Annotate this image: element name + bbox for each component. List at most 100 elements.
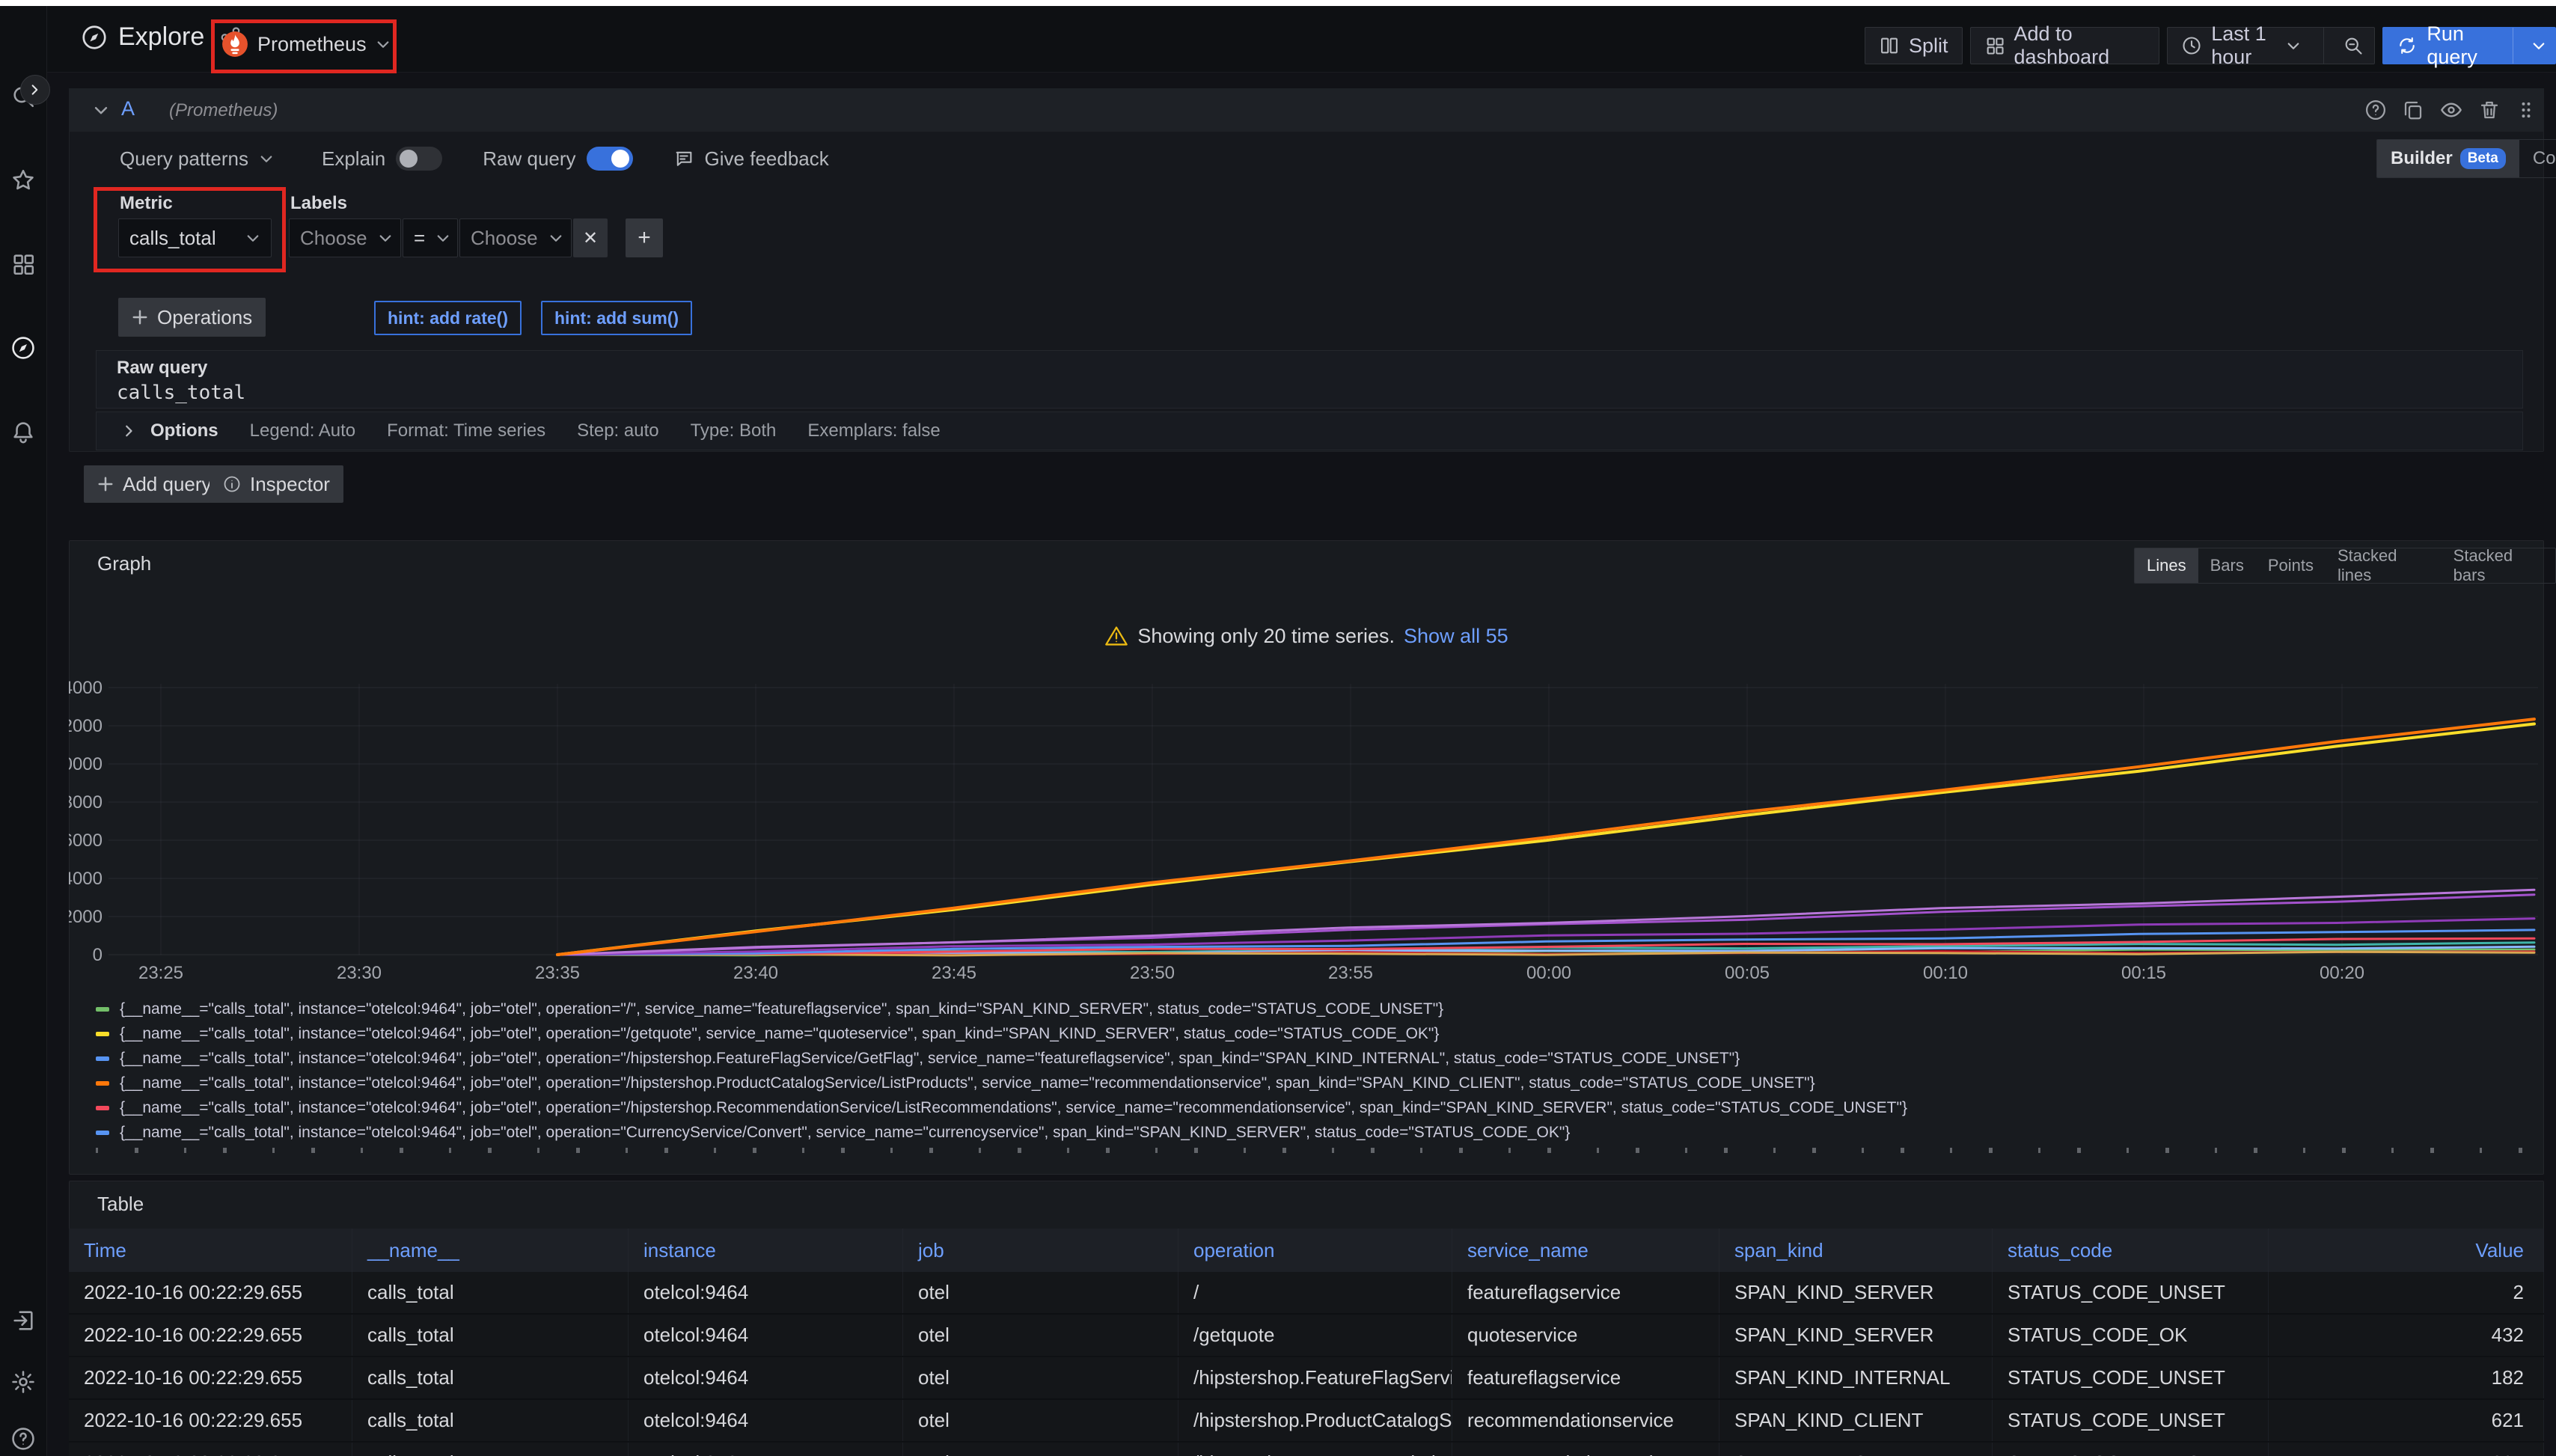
table-header-instance[interactable]: instance <box>629 1229 903 1272</box>
zoom-out-time-button[interactable] <box>2332 28 2374 64</box>
alerting-bell-icon[interactable] <box>10 419 36 444</box>
legend-item[interactable]: {__name__="calls_total", instance="otelc… <box>96 1021 2528 1046</box>
warning-triangle-icon <box>1104 624 1128 648</box>
options-label: Options <box>150 420 218 441</box>
search-minus-icon <box>2343 35 2364 56</box>
time-range-picker[interactable]: Last 1 hour <box>2168 28 2314 64</box>
table-header-operation[interactable]: operation <box>1178 1229 1452 1272</box>
graph-style-tab-stacked-bars[interactable]: Stacked bars <box>2442 548 2555 583</box>
table-header-span-kind[interactable]: span_kind <box>1719 1229 1993 1272</box>
drag-handle-icon[interactable] <box>2516 100 2537 120</box>
apps-grid-icon <box>1984 35 2005 56</box>
query-hint-button[interactable]: hint: add rate() <box>374 301 522 335</box>
chevron-down-icon <box>548 230 563 245</box>
run-query-button[interactable]: Run query <box>2382 27 2556 64</box>
query-row-actions <box>2364 98 2537 122</box>
graph-style-tabs: LinesBarsPointsStacked linesStacked bars <box>2134 548 2556 584</box>
label-key-select[interactable]: Choose <box>289 218 401 257</box>
run-query-main[interactable]: Run query <box>2383 28 2504 64</box>
legend-item[interactable]: {__name__="calls_total", instance="otelc… <box>96 997 2528 1021</box>
operations-button[interactable]: Operations <box>118 298 266 337</box>
y-axis-label: 10000 <box>69 754 103 774</box>
code-mode-tab[interactable]: Code <box>2519 140 2556 177</box>
datasource-picker[interactable]: Prometheus <box>221 27 391 61</box>
graph-style-tab-points[interactable]: Points <box>2256 548 2326 583</box>
table-cell: otel <box>903 1443 1178 1456</box>
metric-select[interactable]: calls_total <box>118 218 272 257</box>
add-query-button[interactable]: Add query <box>84 465 225 503</box>
query-patterns-label[interactable]: Query patterns <box>120 147 248 171</box>
table-header-value[interactable]: Value <box>2269 1229 2544 1272</box>
query-options-row[interactable]: Options Legend: AutoFormat: Time seriesS… <box>96 412 2523 450</box>
table-header--name-[interactable]: __name__ <box>352 1229 629 1272</box>
remove-label-filter-button[interactable]: ✕ <box>573 218 608 257</box>
legend-swatch <box>96 1131 109 1135</box>
table-header-service-name[interactable]: service_name <box>1452 1229 1719 1272</box>
comment-icon <box>673 148 694 169</box>
collapse-chevron-icon[interactable] <box>93 102 109 118</box>
legend-item[interactable]: {__name__="calls_total", instance="otelc… <box>96 1071 2528 1095</box>
graph-style-tab-stacked-lines[interactable]: Stacked lines <box>2326 548 2442 583</box>
split-button[interactable]: Split <box>1865 27 1963 64</box>
table-cell: /hipstershop.FeatureFlagServi... <box>1178 1357 1452 1398</box>
help-icon[interactable] <box>10 1426 36 1452</box>
sync-icon <box>2397 35 2418 56</box>
give-feedback-link[interactable]: Give feedback <box>705 147 829 171</box>
prometheus-icon <box>221 31 248 58</box>
query-hint-button[interactable]: hint: add sum() <box>541 301 692 335</box>
explain-toggle[interactable] <box>396 147 442 171</box>
query-row-header[interactable] <box>69 88 2544 132</box>
table-cell: 621 <box>2269 1443 2544 1456</box>
builder-label: Builder <box>2391 148 2453 169</box>
graph-style-tab-bars[interactable]: Bars <box>2198 548 2256 583</box>
add-to-dashboard-button[interactable]: Add to dashboard <box>1970 27 2160 64</box>
table-header-status-code[interactable]: status_code <box>1993 1229 2269 1272</box>
chevron-down-icon <box>2531 38 2546 53</box>
show-all-series-link[interactable]: Show all 55 <box>1404 625 1508 648</box>
table-cell: otel <box>903 1400 1178 1441</box>
table-header-job[interactable]: job <box>903 1229 1178 1272</box>
legend-label: {__name__="calls_total", instance="otelc… <box>120 1124 1570 1142</box>
table-cell: / <box>1178 1272 1452 1313</box>
browser-top-strip <box>0 0 2556 6</box>
x-axis-label: 23:40 <box>733 963 778 983</box>
add-label-filter-button[interactable]: + <box>626 218 663 257</box>
sidebar-expand-button[interactable] <box>20 75 50 105</box>
add-query-label: Add query <box>123 473 212 496</box>
timeseries-chart[interactable]: 0200040006000800010000120001400023:2523:… <box>69 670 2544 997</box>
raw-query-value: calls_total <box>117 382 245 404</box>
label-value-select[interactable]: Choose <box>459 218 572 257</box>
table-cell: otel <box>903 1272 1178 1313</box>
raw-query-toggle[interactable] <box>587 147 633 171</box>
y-axis-label: 12000 <box>69 716 103 736</box>
split-columns-icon <box>1879 35 1900 56</box>
builder-mode-tab[interactable]: Builder Beta <box>2377 140 2519 177</box>
settings-gear-icon[interactable] <box>10 1369 36 1395</box>
explore-compass-icon[interactable] <box>10 335 36 361</box>
query-ref-id[interactable]: A <box>121 97 135 120</box>
table-header-time[interactable]: Time <box>69 1229 352 1272</box>
table-cell: otel <box>903 1315 1178 1356</box>
sign-in-icon[interactable] <box>10 1308 36 1333</box>
trash-icon[interactable] <box>2478 99 2501 121</box>
chevron-down-icon[interactable] <box>259 151 274 166</box>
legend-item[interactable]: {__name__="calls_total", instance="otelc… <box>96 1046 2528 1071</box>
eye-icon[interactable] <box>2439 98 2463 122</box>
inspector-button[interactable]: Inspector <box>210 465 343 503</box>
query-hints: hint: add rate() hint: add sum() <box>374 301 692 335</box>
x-axis-label: 23:45 <box>932 963 976 983</box>
legend-item[interactable]: {__name__="calls_total", instance="otelc… <box>96 1120 2528 1145</box>
run-query-dropdown[interactable] <box>2522 28 2555 64</box>
star-icon[interactable] <box>10 168 36 193</box>
graph-style-tab-lines[interactable]: Lines <box>2135 548 2198 583</box>
table-cell: SPAN_KIND_SERVER <box>1719 1315 1993 1356</box>
x-axis-label: 23:35 <box>535 963 580 983</box>
duplicate-icon[interactable] <box>2402 99 2424 121</box>
legend-item[interactable]: {__name__="calls_total", instance="otelc… <box>96 1095 2528 1120</box>
dashboards-icon[interactable] <box>10 251 36 277</box>
table-cell: 621 <box>2269 1400 2544 1441</box>
help-circle-icon[interactable] <box>2364 99 2387 121</box>
table-cell: calls_total <box>352 1272 629 1313</box>
label-operator-select[interactable]: = <box>403 218 458 257</box>
option-summary-item: Format: Time series <box>387 420 545 441</box>
